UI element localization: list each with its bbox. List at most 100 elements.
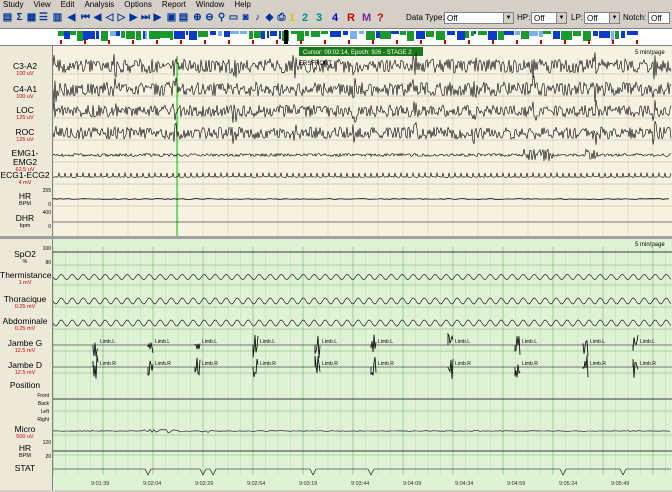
prev-page-icon[interactable]: ◀ xyxy=(92,11,103,24)
limb-event-label[interactable]: Limb.R xyxy=(590,361,606,367)
toolbar: ▤ Σ ▦ ☰ ▥ ◀ ⏮ ◀ ◁ ▷ ▶ ⏭ ▶ ▣ ▤ ⊕ ⊖ ⚲ ▭ ◙ … xyxy=(0,9,672,29)
zoom-out-icon[interactable]: ⊖ xyxy=(204,11,215,24)
top-channel-label[interactable]: C4-A1 100 uV xyxy=(0,84,50,101)
bottom-traces[interactable]: 5 min/page Limb.L Limb.R Limb.L Limb.R Limb.L… xyxy=(52,239,672,490)
top-traces[interactable]: Cursor: 09:02:14, Epoch: 926 - STAGE 2ER… xyxy=(52,46,672,236)
sigma-icon[interactable]: Σ xyxy=(14,11,25,24)
chevron-down-icon: ▼ xyxy=(503,13,513,23)
limb-event-label[interactable]: Limb.L xyxy=(155,339,170,345)
end-icon[interactable]: ▶ xyxy=(152,11,163,24)
limb-event-label[interactable]: Limb.R xyxy=(202,361,218,367)
zoom-in-icon[interactable]: ⊕ xyxy=(192,11,203,24)
top-channel-label[interactable]: LOC 125 uV xyxy=(0,106,50,122)
bottom-channel-label[interactable]: Thermistance 1 mV xyxy=(0,271,52,287)
top-eeg-panel[interactable]: Cursor: 09:02:14, Epoch: 926 - STAGE 2 ER… xyxy=(52,46,672,236)
first-icon[interactable]: ⏮ xyxy=(80,11,91,24)
stage-unknown-button[interactable]: ? xyxy=(377,12,384,24)
menu-analysis[interactable]: Analysis xyxy=(79,0,119,9)
menu-window[interactable]: Window xyxy=(191,0,229,9)
limb-event-label[interactable]: Limb.L xyxy=(522,339,537,345)
bottom-channel-label[interactable]: Jambe G 12.5 mV xyxy=(0,339,50,355)
open-icon[interactable]: ▤ xyxy=(2,11,13,24)
camera-icon[interactable]: ◙ xyxy=(240,11,251,24)
bottom-channel-label[interactable]: Micro 500 uV xyxy=(0,425,50,441)
stage-rem-button[interactable]: R xyxy=(347,12,355,24)
bottom-channel-label[interactable]: HR BPM xyxy=(0,444,50,460)
limb-event-label[interactable]: Limb.L xyxy=(260,339,275,345)
bottom-channel-label[interactable]: STAT xyxy=(0,464,50,473)
menu-edit[interactable]: Edit xyxy=(56,0,80,9)
bottom-channel-label[interactable]: Thoracique 0.25 mV xyxy=(0,295,50,311)
menu-help[interactable]: Help xyxy=(229,0,255,9)
overview-cursor[interactable] xyxy=(284,30,288,44)
bottom-channel-label[interactable]: Jambe D 12.5 mV xyxy=(0,361,50,377)
limb-event-label[interactable]: Limb.R xyxy=(378,361,394,367)
overview-segment xyxy=(189,31,197,40)
limb-event-label[interactable]: Limb.L xyxy=(590,339,605,345)
menu-study[interactable]: Study xyxy=(0,0,28,9)
overview-event-mark xyxy=(444,40,446,44)
data-type-select[interactable]: Off ▼ xyxy=(444,12,514,24)
overview-event-mark xyxy=(228,40,230,44)
page-icon[interactable]: ▤ xyxy=(178,11,189,24)
top-channel-label[interactable]: ROC 125 uV xyxy=(0,128,50,144)
limb-event-label[interactable]: Limb.L xyxy=(378,339,393,345)
search-icon[interactable]: ⚲ xyxy=(216,11,227,24)
limb-event-label[interactable]: Limb.R xyxy=(155,361,171,367)
bottom-channel-label[interactable]: SpO2% xyxy=(0,250,50,266)
list-icon[interactable]: ☰ xyxy=(38,11,49,24)
menu-view[interactable]: View xyxy=(28,0,55,9)
hypnogram-overview[interactable] xyxy=(0,29,672,46)
overview-event-mark xyxy=(540,40,542,44)
prev-icon[interactable]: ◁ xyxy=(104,11,115,24)
print-icon[interactable]: ⎙ xyxy=(276,11,287,24)
limb-event-label[interactable]: Limb.R xyxy=(455,361,471,367)
top-channel-label[interactable]: ECG1-ECG2 4 mV xyxy=(0,171,50,187)
hp-select[interactable]: Off ▼ xyxy=(531,12,567,24)
limb-event-label[interactable]: Limb.L xyxy=(100,339,115,345)
bottom-resp-panel[interactable]: 5 min/page Limb.L Limb.R Limb.L Limb.R Limb.L… xyxy=(52,239,672,490)
limb-event-label[interactable]: Limb.L xyxy=(202,339,217,345)
last-icon[interactable]: ⏭ xyxy=(140,11,151,24)
lp-select[interactable]: Off ▼ xyxy=(584,12,620,24)
menu-report[interactable]: Report xyxy=(157,0,191,9)
montage-icon[interactable]: ▦ xyxy=(26,11,37,24)
epoch-icon[interactable]: ▣ xyxy=(166,11,177,24)
first-page-icon[interactable]: ◀ xyxy=(66,11,77,24)
top-channel-labels: C3-A2 100 uV C4-A1 100 uV LOC 125 uV ROC 125 uV… xyxy=(0,46,53,236)
limb-event-label[interactable]: Limb.R xyxy=(640,361,656,367)
overview-segment xyxy=(471,31,474,36)
limb-event-label[interactable]: Limb.R xyxy=(322,361,338,367)
menu-options[interactable]: Options xyxy=(119,0,157,9)
limb-event-label[interactable]: Limb.L xyxy=(640,339,655,345)
next-icon[interactable]: ▷ xyxy=(116,11,127,24)
stage-1-button[interactable]: 1 xyxy=(289,12,295,24)
hp-value: Off xyxy=(534,14,545,23)
channel-unit: 125 uV xyxy=(16,137,34,143)
next-page-icon[interactable]: ▶ xyxy=(128,11,139,24)
bell-icon[interactable]: ◆ xyxy=(264,11,275,24)
top-channel-label[interactable]: HR BPM xyxy=(0,192,50,208)
limb-event-label[interactable]: Limb.R xyxy=(522,361,538,367)
notch-select[interactable]: Off xyxy=(648,12,670,24)
channel-name: C4-A1 xyxy=(12,84,38,94)
grid-icon[interactable]: ▥ xyxy=(52,11,63,24)
overview-segment xyxy=(436,31,445,40)
hypnogram-strip[interactable] xyxy=(0,29,672,45)
limb-event-label[interactable]: Limb.L xyxy=(322,339,337,345)
channel-name: STAT xyxy=(14,463,36,473)
stage-4-button[interactable]: 4 xyxy=(332,12,338,24)
bottom-channel-label[interactable]: Abdominale 0.25 mV xyxy=(0,317,50,333)
stage-movement-button[interactable]: M xyxy=(362,12,371,24)
stage-2-button[interactable]: 2 xyxy=(302,12,308,24)
top-channel-label[interactable]: C3-A2 100 uV xyxy=(0,62,50,78)
audio-icon[interactable]: ♪ xyxy=(252,11,263,24)
stage-3-button[interactable]: 3 xyxy=(316,12,322,24)
video-icon[interactable]: ▭ xyxy=(228,11,239,24)
bottom-channel-label[interactable]: Position xyxy=(0,381,50,390)
overview-segment xyxy=(77,31,83,41)
limb-event-label[interactable]: Limb.R xyxy=(100,361,116,367)
limb-event-label[interactable]: Limb.L xyxy=(455,339,470,345)
top-channel-label[interactable]: DHR bpm xyxy=(0,214,50,230)
limb-event-label[interactable]: Limb.R xyxy=(260,361,276,367)
